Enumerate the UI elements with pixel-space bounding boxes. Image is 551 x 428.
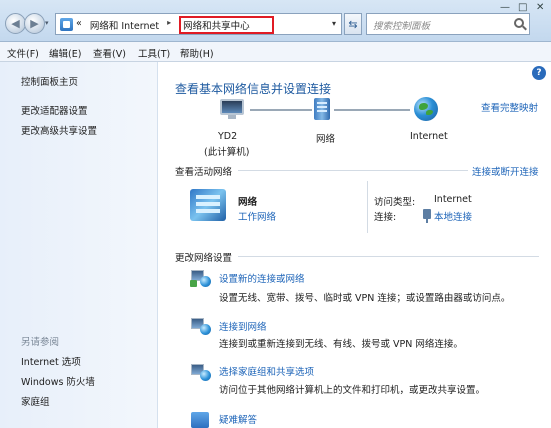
control-panel-icon bbox=[60, 18, 73, 31]
address-bar[interactable]: « 网络和 Internet ▸ 网络和共享中心 ▾ bbox=[55, 13, 342, 35]
breadcrumb-network-sharing-center[interactable]: 网络和共享中心 bbox=[179, 16, 274, 34]
homegroup-sharing-desc: 访问位于其他网络计算机上的文件和打印机，或更改共享设置。 bbox=[219, 385, 486, 396]
refresh-icon: ⇆ bbox=[348, 17, 358, 31]
back-button[interactable]: ◀ bbox=[5, 13, 26, 34]
connect-to-network-icon bbox=[191, 316, 211, 336]
local-connection-link[interactable]: 本地连接 bbox=[434, 209, 472, 223]
work-network-icon bbox=[190, 189, 226, 221]
page-title: 查看基本网络信息并设置连接 bbox=[175, 82, 332, 96]
menu-tools[interactable]: 工具(T) bbox=[138, 46, 170, 60]
connections-label: 连接: bbox=[374, 212, 397, 223]
troubleshoot-icon bbox=[191, 412, 209, 428]
internet-label: Internet bbox=[410, 131, 448, 142]
active-network-name: 网络 bbox=[238, 197, 258, 208]
homegroup-sharing-link[interactable]: 选择家庭组和共享选项 bbox=[219, 364, 314, 378]
maximize-icon[interactable]: □ bbox=[518, 2, 527, 13]
see-full-map-link[interactable]: 查看完整映射 bbox=[481, 100, 538, 114]
homegroup-link[interactable]: 家庭组 bbox=[21, 394, 50, 408]
change-adapter-settings-link[interactable]: 更改适配器设置 bbox=[21, 103, 88, 117]
breadcrumb-separator-icon[interactable]: ▸ bbox=[167, 18, 171, 27]
troubleshoot-link[interactable]: 疑难解答 bbox=[219, 412, 257, 426]
search-icon[interactable] bbox=[514, 18, 524, 28]
forward-arrow-icon: ▶ bbox=[30, 17, 39, 30]
homegroup-sharing-icon bbox=[191, 362, 211, 382]
internet-globe-icon bbox=[414, 97, 438, 121]
change-settings-heading: 更改网络设置 bbox=[175, 253, 233, 264]
change-advanced-sharing-link[interactable]: 更改高级共享设置 bbox=[21, 123, 97, 137]
section-divider bbox=[238, 170, 468, 171]
computer-icon bbox=[220, 99, 244, 119]
help-icon[interactable]: ? bbox=[532, 66, 546, 80]
ethernet-plug-icon bbox=[423, 209, 431, 223]
new-connection-icon bbox=[190, 268, 211, 288]
network-label: 网络 bbox=[316, 134, 336, 145]
address-dropdown-icon[interactable]: ▾ bbox=[332, 19, 336, 28]
left-task-pane: 控制面板主页 更改适配器设置 更改高级共享设置 另请参阅 Internet 选项… bbox=[0, 62, 158, 428]
computer-name: YD2 bbox=[218, 131, 238, 142]
see-also-heading: 另请参阅 bbox=[21, 337, 60, 348]
recent-pages-dropdown[interactable]: ▾ bbox=[45, 19, 49, 27]
section-divider bbox=[238, 256, 539, 257]
refresh-button[interactable]: ⇆ bbox=[344, 13, 362, 35]
windows-firewall-link[interactable]: Windows 防火墙 bbox=[21, 374, 95, 388]
connect-disconnect-link[interactable]: 连接或断开连接 bbox=[472, 164, 539, 178]
vertical-divider bbox=[367, 181, 368, 233]
connect-to-network-desc: 连接到或重新连接到无线、有线、拨号或 VPN 网络连接。 bbox=[219, 339, 463, 350]
forward-button[interactable]: ▶ bbox=[24, 13, 45, 34]
breadcrumb-overflow[interactable]: « bbox=[76, 18, 82, 29]
address-toolbar: ◀ ▶ ▾ « 网络和 Internet ▸ 网络和共享中心 ▾ ⇆ 搜索控制面… bbox=[0, 0, 551, 42]
back-arrow-icon: ◀ bbox=[11, 17, 20, 30]
connect-to-network-link[interactable]: 连接到网络 bbox=[219, 319, 267, 333]
network-type-link[interactable]: 工作网络 bbox=[238, 209, 276, 223]
computer-subtitle: (此计算机) bbox=[204, 147, 250, 158]
setup-new-connection-link[interactable]: 设置新的连接或网络 bbox=[219, 271, 305, 285]
map-link-line bbox=[250, 109, 312, 111]
network-icon bbox=[314, 98, 330, 120]
setup-new-connection-desc: 设置无线、宽带、拨号、临时或 VPN 连接；或设置路由器或访问点。 bbox=[219, 293, 511, 304]
internet-options-link[interactable]: Internet 选项 bbox=[21, 354, 81, 368]
map-link-line bbox=[334, 109, 410, 111]
access-type-label: 访问类型: bbox=[374, 197, 416, 208]
menu-view[interactable]: 查看(V) bbox=[93, 46, 126, 60]
breadcrumb-network-internet[interactable]: 网络和 Internet bbox=[90, 18, 159, 32]
main-content bbox=[158, 62, 551, 428]
minimize-icon[interactable]: — bbox=[500, 2, 510, 13]
menu-help[interactable]: 帮助(H) bbox=[180, 46, 214, 60]
search-input[interactable]: 搜索控制面板 bbox=[366, 13, 530, 35]
active-networks-heading: 查看活动网络 bbox=[175, 167, 233, 178]
menu-bar: 文件(F) 编辑(E) 查看(V) 工具(T) 帮助(H) bbox=[0, 42, 551, 62]
control-panel-home-link[interactable]: 控制面板主页 bbox=[21, 74, 78, 88]
access-type-value: Internet bbox=[434, 194, 472, 205]
menu-edit[interactable]: 编辑(E) bbox=[49, 46, 81, 60]
menu-file[interactable]: 文件(F) bbox=[7, 46, 39, 60]
search-placeholder: 搜索控制面板 bbox=[373, 21, 431, 32]
close-icon[interactable]: ✕ bbox=[536, 2, 544, 13]
